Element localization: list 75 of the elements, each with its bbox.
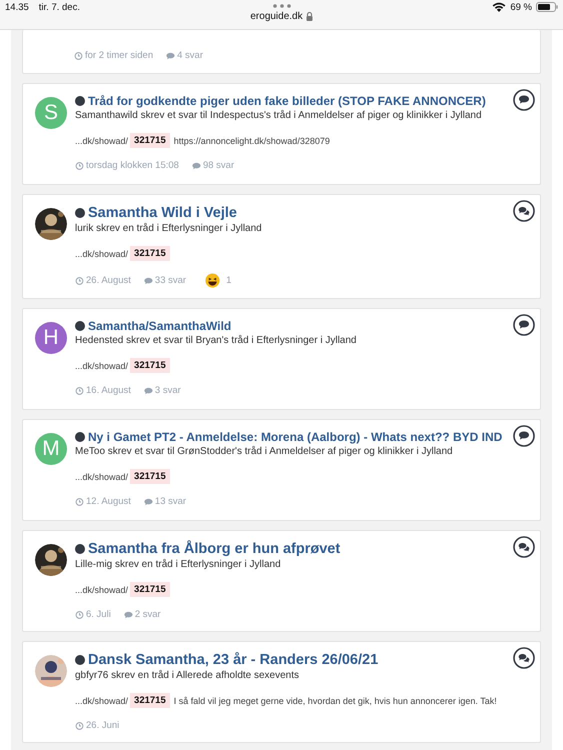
- lock-icon: [306, 12, 313, 21]
- post-date: 26. August: [75, 275, 131, 286]
- url[interactable]: eroguide.dk: [250, 11, 303, 22]
- battery-icon: [536, 2, 558, 12]
- snippet-text: ...dk/showad/: [75, 360, 128, 370]
- thread-title-link[interactable]: Samantha/SamanthaWild: [88, 319, 232, 333]
- reply-count: 13 svar: [144, 496, 186, 507]
- unread-dot-icon: [75, 208, 85, 218]
- post-byline: gbfyr76 skrev en tråd i Allerede afholdte sexevents: [75, 670, 300, 681]
- post-date: 26. Juni: [75, 720, 120, 731]
- post-byline: Lille-mig skrev en tråd i Efterlysninger i Jylland: [75, 559, 282, 570]
- snippet-text: ...dk/showad/: [75, 136, 128, 146]
- speech-bubble-icon: [144, 498, 153, 506]
- date: tir. 7. dec.: [38, 2, 80, 15]
- wifi-icon: [492, 2, 506, 12]
- clock-icon: [75, 610, 84, 618]
- reply-count: 4 svar: [166, 50, 203, 61]
- snippet-text: ...dk/showad/: [75, 472, 128, 482]
- search-highlight: 321715: [130, 469, 170, 484]
- speech-bubble-icon: [144, 276, 153, 284]
- clock-icon: [75, 498, 84, 506]
- unread-dot-icon: [75, 432, 85, 442]
- two-speech-bubbles-icon: [513, 536, 535, 558]
- reply-count: 33 svar: [144, 275, 186, 286]
- post-byline: Samanthawild skrev et svar til Indespectus's tråd i Anmeldelser af piger og klinikker i Jylland: [75, 110, 483, 121]
- post-date: 16. August: [75, 385, 131, 396]
- post-date: for 2 timer siden: [74, 50, 154, 61]
- speech-bubble-icon: [513, 425, 535, 447]
- unread-dot-icon: [75, 544, 85, 554]
- post-date: torsdag klokken 15:08: [75, 160, 179, 171]
- search-highlight: 321715: [130, 358, 170, 373]
- search-highlight: 321715: [130, 246, 170, 261]
- snippet-text: ...dk/showad/: [75, 248, 128, 258]
- post-byline: lurik skrev en tråd i Efterlysninger i Jylland: [75, 223, 263, 234]
- thread-title-link[interactable]: Ny i Gamet PT2 - Anmeldelse: Morena (Aalborg) - Whats next?? BYD IND: [88, 430, 502, 444]
- battery-percent: 69 %: [510, 2, 532, 13]
- clock: 14.35: [5, 2, 29, 15]
- search-highlight: 321715: [130, 693, 170, 708]
- unread-dot-icon: [75, 321, 85, 331]
- post-date: 12. August: [75, 496, 131, 507]
- reply-count: 3 svar: [144, 385, 181, 396]
- clock-icon: [75, 722, 84, 730]
- speech-bubble-icon: [166, 52, 176, 60]
- speech-bubble-icon: [192, 162, 201, 170]
- speech-bubble-icon: [124, 610, 133, 618]
- two-speech-bubbles-icon: [513, 647, 535, 669]
- search-highlight: 321715: [130, 582, 170, 597]
- avatar[interactable]: H: [35, 322, 67, 354]
- snippet-text: ...dk/showad/: [75, 584, 128, 594]
- unread-dot-icon: [75, 655, 85, 665]
- search-highlight: 321715: [130, 133, 170, 148]
- post-byline: MeToo skrev et svar til GrønStodder's tråd i Anmeldelser af piger og klinikker i Jylland: [75, 446, 454, 457]
- speech-bubble-icon: [144, 386, 153, 394]
- speech-bubble-icon: [513, 89, 535, 111]
- clock-icon: [75, 162, 84, 170]
- clock-icon: [75, 276, 84, 284]
- snippet-text: I så fald vil jeg meget gerne vide, hvordan det gik, hvis hun annoncerer igen. Tak!: [174, 696, 497, 706]
- two-speech-bubbles-icon: [513, 200, 535, 222]
- clock-icon: [75, 386, 84, 394]
- clock-icon: [74, 52, 83, 60]
- unread-dot-icon: [75, 96, 85, 106]
- post-date: 6. Juli: [75, 609, 111, 620]
- post-byline: Hedensted skrev et svar til Bryan's tråd i Efterlysninger i Jylland: [75, 335, 358, 346]
- thread-title-link[interactable]: Samantha Wild i Vejle: [88, 205, 237, 221]
- reply-count: 98 svar: [192, 160, 234, 171]
- thread-title-link[interactable]: Dansk Samantha, 23 år - Randers 26/06/21: [88, 652, 378, 668]
- laughing-emoji-icon: [205, 273, 220, 288]
- snippet-text: ...dk/showad/: [75, 696, 128, 706]
- reply-count: 2 svar: [124, 609, 161, 620]
- thread-title-link[interactable]: Tråd for godkendte piger uden fake billeder (STOP FAKE ANNONCER): [88, 94, 486, 108]
- more-icon[interactable]: [272, 4, 290, 8]
- speech-bubble-icon: [513, 314, 535, 336]
- snippet-text: https://annoncelight.dk/showad/328079: [174, 136, 330, 146]
- thread-title-link[interactable]: Samantha fra Ålborg er hun afprøvet: [88, 541, 340, 557]
- reaction-count: 1: [205, 273, 232, 288]
